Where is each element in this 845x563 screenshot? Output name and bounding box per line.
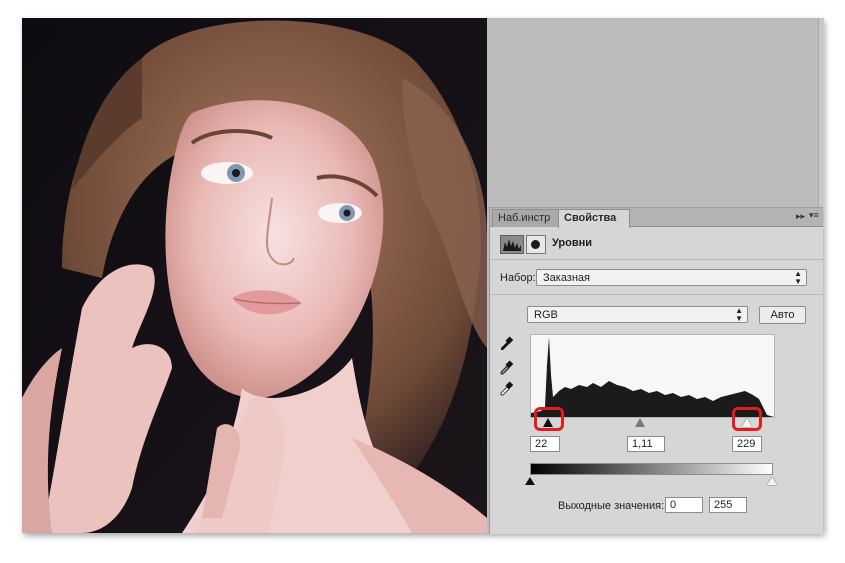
levels-adjustment-icon[interactable] — [500, 235, 524, 254]
divider — [490, 259, 823, 260]
collapse-panel-icon[interactable]: ▸▸ — [796, 211, 805, 222]
black-output-slider[interactable] — [525, 477, 535, 485]
panel-tabbar: Наб.инстр Свойства ▸▸ ▾≡ — [490, 208, 823, 228]
divider — [490, 294, 823, 295]
highlight-black-slider — [534, 407, 564, 431]
adjustment-title: Уровни — [552, 237, 593, 249]
white-input-field[interactable]: 229 — [732, 436, 762, 452]
output-gradient-bar — [530, 463, 773, 475]
tab-tool-presets[interactable]: Наб.инстр — [492, 209, 565, 227]
select-arrows-icon: ▲ ▼ — [794, 269, 802, 286]
gamma-input-field[interactable]: 1,11 — [627, 436, 665, 452]
tab-properties[interactable]: Свойства — [558, 209, 630, 228]
histogram — [530, 334, 775, 418]
preset-label: Набор: — [500, 272, 536, 284]
properties-panel: Наб.инстр Свойства ▸▸ ▾≡ Уровни Набор: З… — [489, 207, 823, 534]
select-arrows-icon: ▲ ▼ — [735, 306, 743, 323]
gamma-input-slider[interactable] — [635, 418, 645, 427]
gray-point-eyedropper-icon[interactable] — [498, 359, 514, 375]
white-output-slider[interactable] — [767, 477, 777, 485]
black-point-eyedropper-icon[interactable] — [498, 335, 514, 351]
preset-value: Заказная — [543, 272, 591, 284]
output-max-field[interactable]: 255 — [709, 497, 747, 513]
output-min-field[interactable]: 0 — [665, 497, 703, 513]
portrait-photo — [22, 18, 487, 533]
preset-select[interactable]: Заказная ▲ ▼ — [536, 269, 807, 286]
document-image[interactable] — [22, 18, 487, 533]
highlight-white-slider — [732, 407, 762, 431]
vertical-scrollbar[interactable] — [818, 18, 824, 208]
black-input-field[interactable]: 22 — [530, 436, 560, 452]
panel-menu-icon[interactable]: ▾≡ — [809, 210, 821, 222]
layer-mask-icon[interactable] — [526, 235, 546, 254]
output-values-label: Выходные значения: — [558, 500, 665, 512]
histogram-graph — [531, 337, 774, 417]
white-point-eyedropper-icon[interactable] — [498, 380, 514, 396]
auto-button[interactable]: Авто — [759, 306, 806, 324]
channel-value: RGB — [534, 309, 558, 321]
channel-select[interactable]: RGB ▲ ▼ — [527, 306, 748, 323]
